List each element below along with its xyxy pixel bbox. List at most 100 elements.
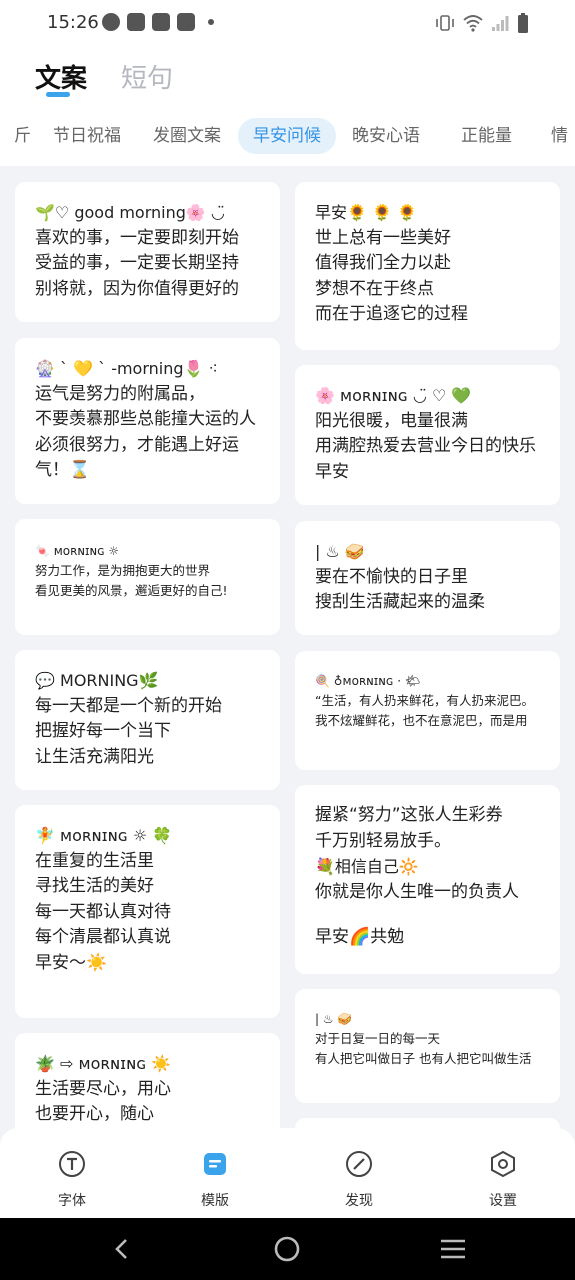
wifi-icon [463,15,483,32]
card-line: 早安🌻 🌻 🌻 [315,203,417,222]
card-line: 🪴 ⇨ ᴍᴏʀɴɪɴɢ ☀️ [35,1054,172,1073]
active-tab-indicator [46,92,70,97]
nav-template[interactable]: 模版 [175,1148,255,1210]
nav-label: 发现 [345,1193,373,1209]
template-icon [204,1153,226,1175]
status-bar: 15:26 [0,0,575,46]
card-line [315,905,540,925]
speed-icon [102,13,120,31]
app-notification-icon [127,13,145,31]
card-line: 早安～☀️ [35,952,108,973]
card-line: 每一天都是一个新的开始 [35,695,222,716]
quote-card[interactable]: 🍬 ᴍᴏʀɴɪɴɢ ☼ 努力工作，是为拥抱更大的世界 看见更美的风景，邂逅更好的… [15,519,280,635]
card-line: 对于日复一日的每一天 [315,1031,441,1046]
card-line: 而在于追逐它的过程 [315,304,468,324]
card-line: 受益的事，一定要长期坚持 [35,253,239,273]
quote-card[interactable]: 🧚 ᴍᴏʀɴɪɴɢ ☼ 🍀 在重复的生活里 寻找生活的美好 每一天都认真对待 每… [15,805,280,1018]
quote-card[interactable]: 🌸 ᴍᴏʀɴɪɴɢ ◡̈ ♡ 💚 阳光很暖，电量很满 用满腔热爱去营业今日的快乐… [295,365,560,505]
nav-font[interactable]: 字体 [32,1148,112,1210]
card-line: 生活要尽心，用心 [35,1078,171,1099]
card-line: 世上总有一些美好 [315,227,451,248]
settings-hexagon-icon [491,1150,515,1178]
card-line: 握紧“努力”这张人生彩券 [315,805,503,825]
status-time: 15:26 [47,12,99,33]
header: 文案 短句 [0,46,575,108]
card-line: 早安🌈共勉 [315,927,405,947]
card-line: 要在不愉快的日子里 [315,566,468,587]
card-line: 🍬 ᴍᴏʀɴɪɴɢ ☼ [35,544,120,558]
card-line: 看见更美的风景，邂逅更好的自己! [35,583,228,598]
category-tab[interactable]: 斤 [14,118,31,154]
card-line: 每个清晨都认真说 [35,927,171,947]
category-tab[interactable]: 节日祝福 [53,118,121,154]
quote-card[interactable]: 🎡 ` 💛 ` -morning🌷 ⁖ 运气是努力的附属品， 不要羡慕那些总能撞… [15,338,280,504]
quote-card[interactable]: 💬 MORNING🌿 每一天都是一个新的开始 把握好每一个当下 让生活充满阳光 [15,650,280,790]
nav-label: 模版 [201,1193,229,1209]
card-line: 阳光很暖，电量很满 [315,410,468,431]
category-tab[interactable]: 情 [551,118,568,154]
category-tab[interactable]: 晚安心语 [352,118,420,154]
quote-card[interactable]: 早安🌻 🌻 🌻 世上总有一些美好 值得我们全力以赴 梦想不在于终点 而在于追逐它… [295,182,560,350]
card-line: 运气是努力的附属品， [35,383,205,404]
vibrate-icon [436,15,454,31]
nav-settings[interactable]: 设置 [463,1148,543,1210]
tab-copywriting[interactable]: 文案 [35,58,87,95]
home-icon[interactable] [274,1236,300,1262]
card-line: 搜刮生活藏起来的温柔 [315,592,485,612]
category-tab-active[interactable]: 早安问候 [238,118,336,154]
card-line: 早安 [315,461,349,482]
card-line: | ♨ 🥪 [315,1012,353,1026]
card-line: 不要羡慕那些总能撞大运的人 [35,409,256,429]
category-bar: 斤 节日祝福 发圈文案 早安问候 晚安心语 正能量 情 [0,108,575,166]
card-line: | ♨ 🥪 [315,542,365,561]
card-line: 用满腔热爱去营业今日的快乐 [315,436,536,456]
card-line: 🍭 ♁ᴍᴏʀɴɪɴɢ · 🌤 [315,674,421,688]
nav-label: 设置 [489,1193,517,1209]
card-line: 梦想不在于终点 [315,278,434,299]
card-line: 在重复的生活里 [35,850,154,871]
card-line: 寻找生活的美好 [35,876,154,896]
card-line: 必须很努力，才能遇上好运 [35,434,239,455]
quote-card[interactable]: 握紧“努力”这张人生彩券 千万别轻易放手。 💐相信自己🔆 你就是你人生唯一的负责… [295,785,560,974]
quote-card[interactable] [295,1118,560,1128]
nav-discover[interactable]: 发现 [319,1148,399,1210]
card-line: 别将就，因为你值得更好的 [35,278,239,299]
card-line: 🎡 ` 💛 ` -morning🌷 ⁖ [35,359,218,378]
more-notifications-icon [208,19,214,25]
card-line: 让生活充满阳光 [35,746,154,767]
card-line: 💐相信自己🔆 [315,857,419,876]
card-line: 每一天都认真对待 [35,901,171,922]
quote-card[interactable]: | ♨ 🥪 对于日复一日的每一天 有人把它叫做日子 也有人把它叫做生活 [295,989,560,1103]
quote-card[interactable]: | ♨ 🥪 要在不愉快的日子里 搜刮生活藏起来的温柔 [295,521,560,635]
card-line: 把握好每一个当下 [35,721,171,741]
card-line: 💬 MORNING🌿 [35,671,159,690]
card-line: 喜欢的事，一定要即刻开始 [35,227,239,248]
compass-icon [346,1151,372,1177]
card-line: “生活，有人扔来鲜花，有人扔来泥巴。 [315,693,534,708]
battery-icon [518,13,528,33]
back-icon[interactable] [110,1237,134,1261]
card-line: 🌱♡ good morning🌸 ◡̈ [35,203,225,222]
app-notification-icon [152,13,170,31]
app-notification-icon [177,13,195,31]
card-line: 🧚 ᴍᴏʀɴɪɴɢ ☼ 🍀 [35,826,173,845]
category-tab[interactable]: 发圈文案 [153,118,221,154]
card-line: 🌸 ᴍᴏʀɴɪɴɢ ◡̈ ♡ 💚 [315,386,472,405]
signal-icon [492,16,509,31]
system-navigation-bar [0,1218,575,1280]
card-line: 值得我们全力以赴 [315,253,451,273]
nav-label: 字体 [58,1193,86,1209]
quote-card[interactable]: 🍭 ♁ᴍᴏʀɴɪɴɢ · 🌤 “生活，有人扔来鲜花，有人扔来泥巴。 我不炫耀鲜花… [295,651,560,770]
card-feed: 🌱♡ good morning🌸 ◡̈ 喜欢的事，一定要即刻开始 受益的事，一定… [0,166,575,1128]
card-line: 我不炫耀鲜花，也不在意泥巴，而是用 [315,713,528,728]
bottom-nav: 字体 模版 发现 设置 [0,1128,575,1218]
card-line: 有人把它叫做日子 也有人把它叫做生活 [315,1051,532,1066]
card-line: 努力工作，是为拥抱更大的世界 [35,563,211,578]
tab-short-sentences[interactable]: 短句 [121,58,173,95]
recents-menu-icon[interactable] [439,1237,467,1261]
card-line: 千万别轻易放手。 [315,830,451,851]
quote-card[interactable]: 🌱♡ good morning🌸 ◡̈ 喜欢的事，一定要即刻开始 受益的事，一定… [15,182,280,322]
category-tab[interactable]: 正能量 [461,118,512,154]
card-line: 也要开心，随心 [35,1104,154,1124]
quote-card[interactable]: 🪴 ⇨ ᴍᴏʀɴɪɴɢ ☀️ 生活要尽心，用心 也要开心，随心 [15,1033,280,1128]
